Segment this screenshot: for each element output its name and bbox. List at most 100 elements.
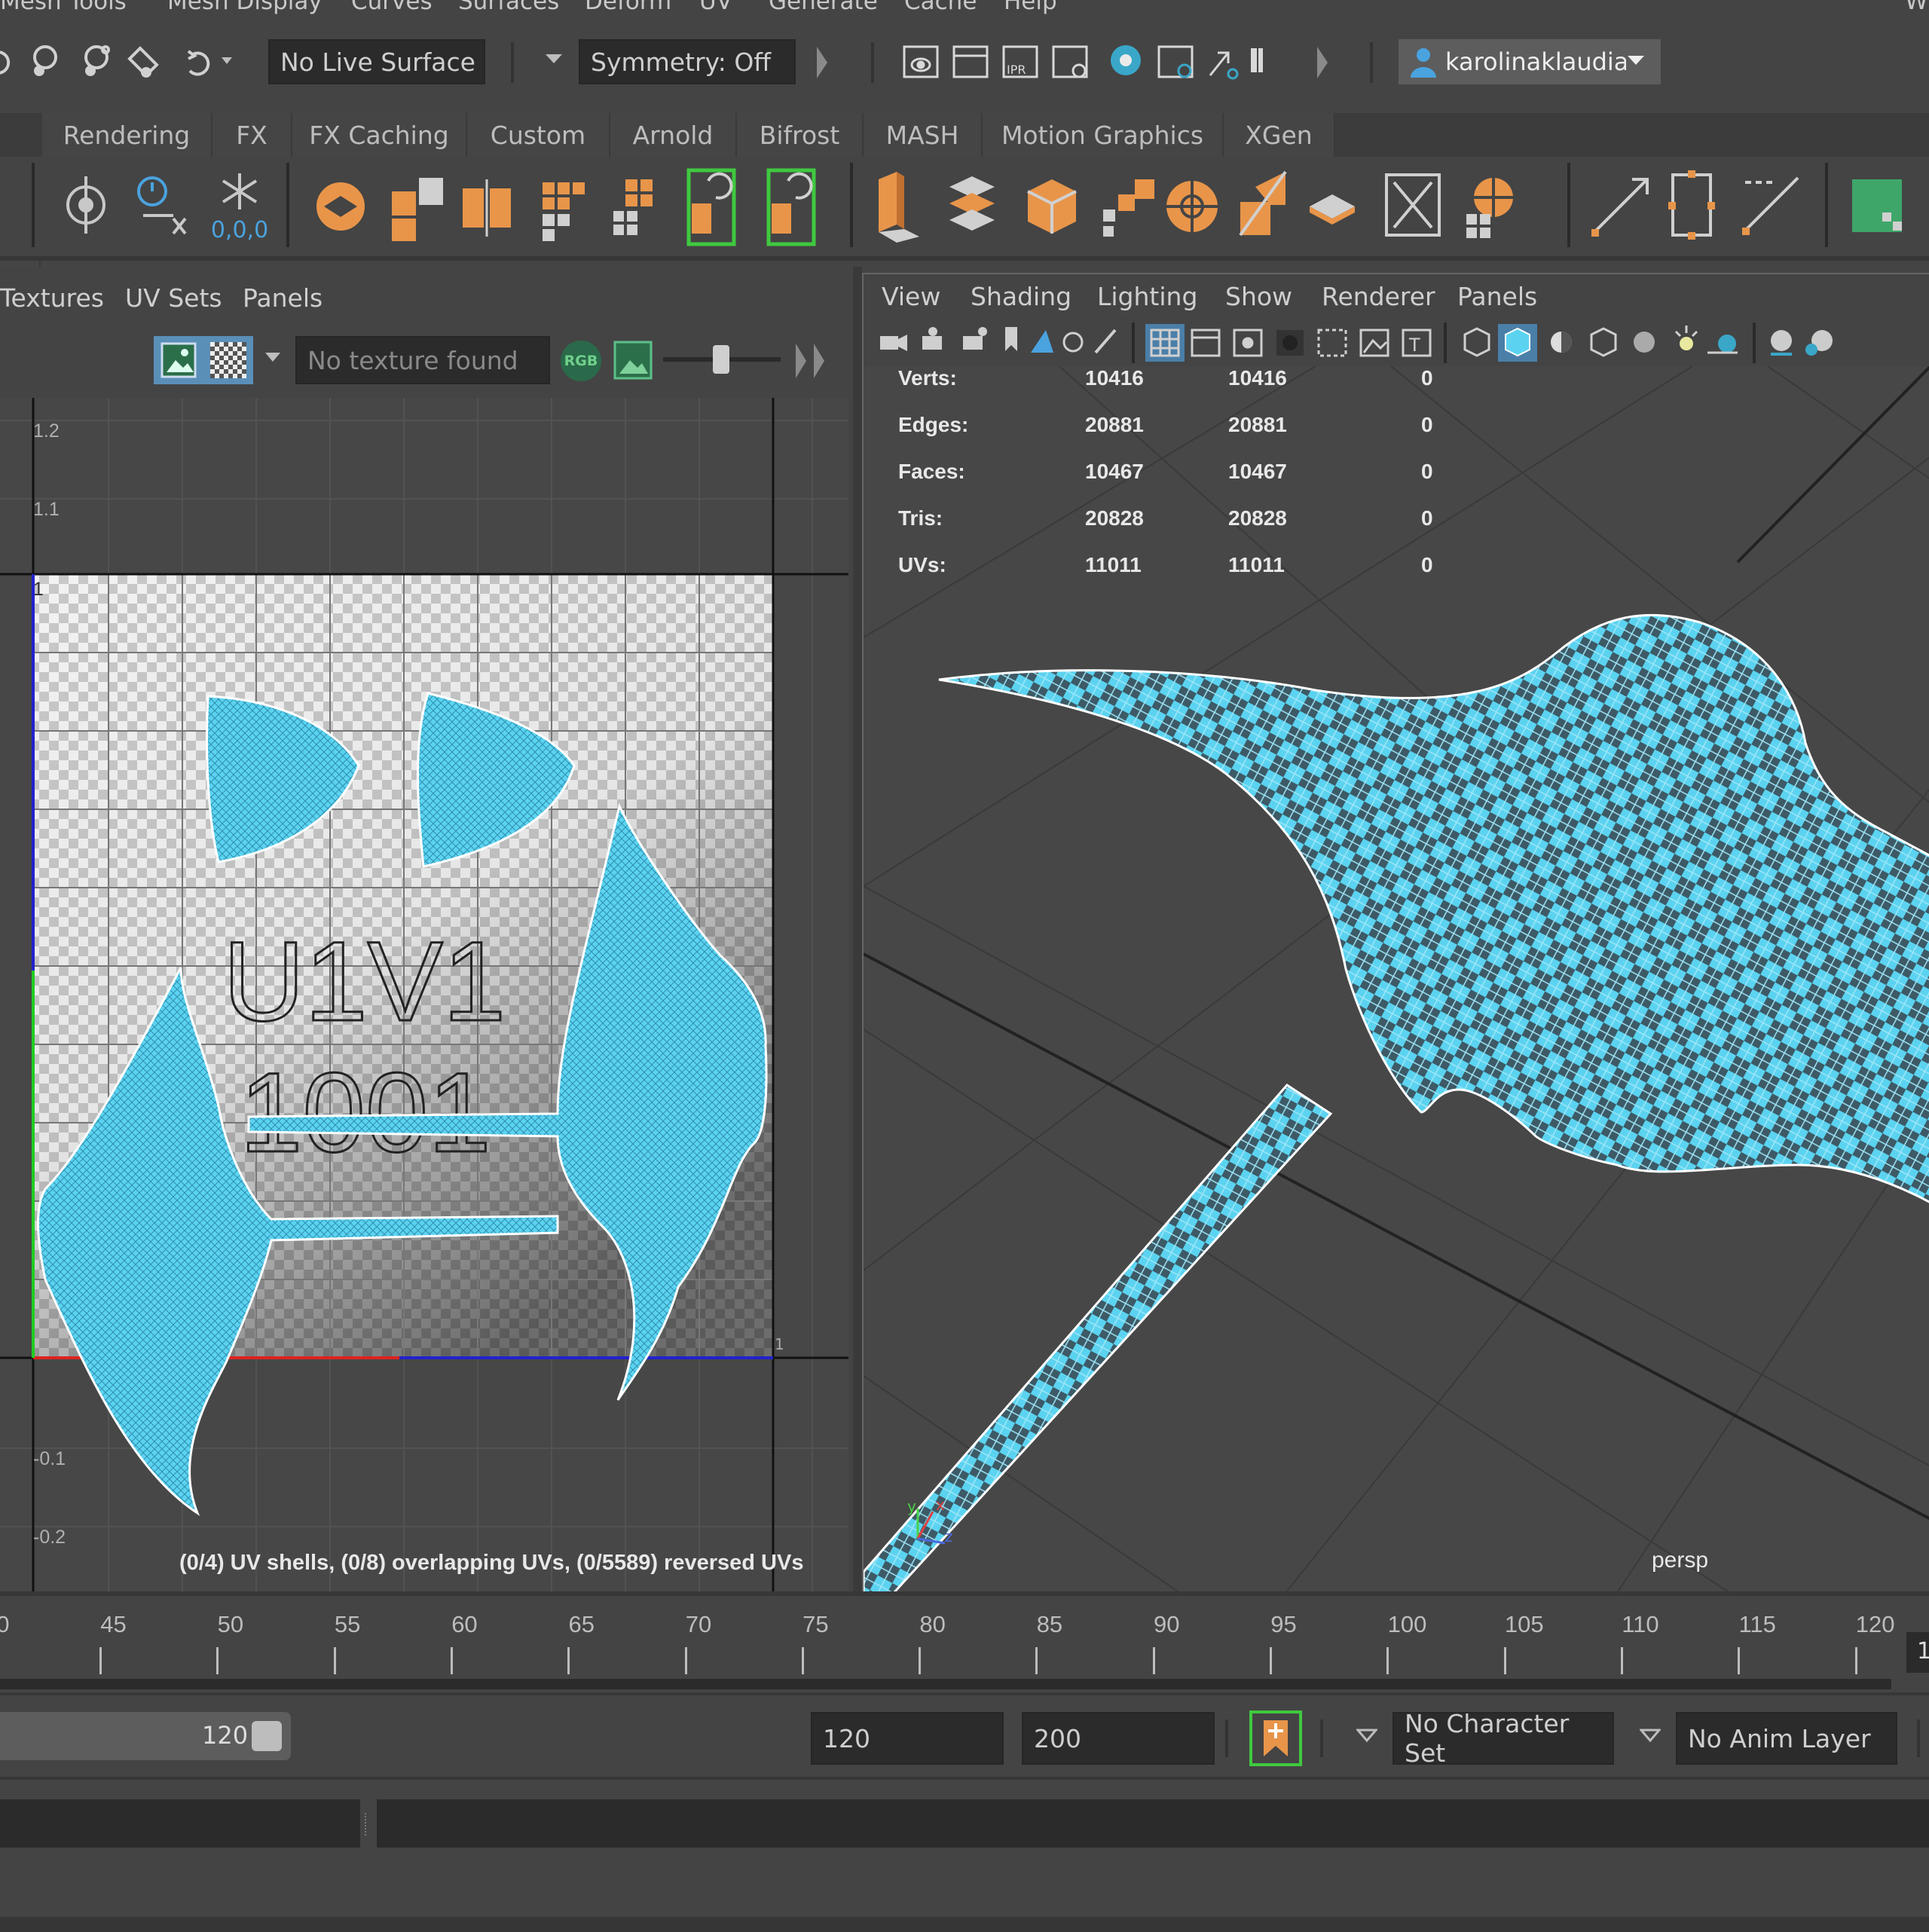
menu-panels[interactable]: Panels	[243, 283, 323, 313]
range-slider-handle[interactable]	[252, 1721, 282, 1751]
expand-arrow-icon[interactable]	[793, 339, 830, 383]
command-splitter[interactable]	[365, 1813, 369, 1836]
viewport-toolbar[interactable]: T	[870, 319, 1929, 366]
chevron-down-icon[interactable]	[264, 351, 282, 366]
image-icon[interactable]	[613, 341, 653, 380]
timeline-tick	[1386, 1647, 1389, 1674]
chevron-down-icon[interactable]	[1640, 1729, 1661, 1745]
user-account-field[interactable]: karolinaklaudiat	[1399, 39, 1661, 84]
viewport-canvas[interactable]: y x z Verts: 10416 10416 0 Edges: 20881 …	[864, 366, 1929, 1593]
svg-text:1001: 1001	[240, 1049, 491, 1175]
menu-renderer[interactable]: Renderer	[1322, 282, 1435, 311]
menu-mesh-tools[interactable]: Mesh Tools	[0, 0, 127, 15]
checker-icon	[210, 342, 246, 378]
menu-uv[interactable]: UV	[699, 0, 732, 15]
manta-mesh	[864, 613, 1929, 1593]
texture-field[interactable]: No texture found	[295, 336, 550, 384]
hud-row-verts: Verts: 10416 10416 0	[898, 366, 1433, 390]
tab-motion-graphics[interactable]: Motion Graphics	[983, 113, 1224, 157]
current-frame-box[interactable]: 1	[1906, 1632, 1929, 1673]
svg-text:IPR: IPR	[1007, 63, 1026, 77]
timeline-tick	[1503, 1647, 1506, 1674]
timeline-tick-label: 75	[802, 1611, 829, 1637]
character-set-field[interactable]: No Character Set	[1392, 1709, 1614, 1768]
menu-show[interactable]: Show	[1225, 282, 1292, 311]
range-slider-end: 120	[202, 1721, 249, 1750]
tab-rendering[interactable]: Rendering	[42, 113, 212, 157]
live-surface-field[interactable]: No Live Surface	[268, 39, 485, 84]
menu-shading[interactable]: Shading	[971, 282, 1071, 311]
timeline-tick	[216, 1647, 219, 1674]
status-line: No Live Surface Symmetry: Off IPR karoli…	[0, 17, 1929, 113]
menu-textures[interactable]: Textures	[0, 283, 104, 313]
menu-bar: Mesh Tools Mesh Display Curves Surfaces …	[0, 0, 1929, 17]
chevron-down-icon	[1628, 56, 1644, 65]
timeline-tick	[99, 1647, 102, 1674]
freeze-transform-icon[interactable]: 0,0,0	[203, 169, 276, 244]
anim-end-field[interactable]: 200	[1022, 1712, 1215, 1765]
symmetry-field[interactable]: Symmetry: Off	[579, 39, 796, 84]
chevron-down-icon[interactable]	[1356, 1729, 1377, 1745]
menu-partial-right[interactable]: W	[1905, 0, 1928, 15]
uv-canvas[interactable]: U1V1 1001 1.2 1.1 1 -0.1 -0.2 1 (0/4) UV…	[0, 398, 848, 1591]
shelf-tab-bar: n Rendering FX FX Caching Custom Arnold …	[0, 113, 1929, 270]
menu-generate[interactable]: Generate	[769, 0, 878, 15]
tab-fx-caching[interactable]: FX Caching	[292, 113, 467, 157]
timeline-tick	[567, 1647, 570, 1674]
tab-custom[interactable]: Custom	[467, 113, 610, 157]
uv-axis-label: -0.2	[33, 1527, 66, 1548]
command-input[interactable]	[0, 1799, 360, 1848]
menu-mesh-display[interactable]: Mesh Display	[167, 0, 323, 15]
menu-panels[interactable]: Panels	[1457, 282, 1537, 311]
edge-tools-icons[interactable]	[1587, 167, 1813, 243]
pivot-icon[interactable]	[56, 169, 116, 244]
divider	[1225, 1720, 1228, 1757]
auto-key-button[interactable]	[1249, 1710, 1302, 1766]
menu-surfaces[interactable]: Surfaces	[458, 0, 559, 15]
rgb-icon[interactable]: RGB	[561, 341, 601, 381]
checker-toggle-button[interactable]	[154, 336, 253, 384]
chevron-down-icon[interactable]	[544, 51, 564, 68]
menu-cache[interactable]: Cache	[904, 0, 977, 15]
tab-arnold[interactable]: Arnold	[610, 113, 737, 157]
shelf-icons: 0,0,0	[0, 157, 1929, 256]
menu-view[interactable]: View	[882, 282, 940, 311]
divider	[1320, 1720, 1323, 1757]
svg-text:U1V1: U1V1	[223, 918, 506, 1044]
svg-text:z: z	[945, 1527, 953, 1545]
divider	[1917, 1720, 1920, 1757]
menu-lighting[interactable]: Lighting	[1097, 282, 1197, 311]
menu-uv-sets[interactable]: UV Sets	[125, 283, 222, 313]
exposure-slider-handle[interactable]	[713, 345, 729, 374]
modeling-shelf-icons[interactable]	[867, 164, 1560, 249]
end-frame-field[interactable]: 120	[811, 1712, 1004, 1765]
time-slider[interactable]	[0, 1591, 1929, 1689]
menu-curves[interactable]: Curves	[351, 0, 433, 15]
menu-deform[interactable]: Deform	[585, 0, 671, 15]
snap-icons[interactable]	[0, 39, 241, 84]
expand-arrow-icon[interactable]	[814, 44, 830, 81]
material-icon[interactable]	[1849, 172, 1909, 240]
expand-arrow-icon[interactable]	[1314, 44, 1331, 81]
uv-axis-label: 1.1	[33, 499, 60, 520]
anim-layer-field[interactable]: No Anim Layer	[1676, 1712, 1897, 1765]
panel-splitter[interactable]	[853, 267, 862, 1591]
range-slider[interactable]: 120	[0, 1712, 291, 1760]
time-slider-track	[0, 1679, 1891, 1689]
timeline-tick	[1035, 1647, 1038, 1674]
tab-fx[interactable]: FX	[212, 113, 292, 157]
timeline-tick-label: 60	[451, 1611, 478, 1637]
help-line	[0, 1917, 1929, 1932]
uv-shelf-icons[interactable]	[304, 164, 847, 249]
tab-mash[interactable]: MASH	[864, 113, 983, 157]
menu-help[interactable]: Help	[1004, 0, 1057, 15]
timer-reset-icon[interactable]	[128, 169, 196, 244]
image-icon	[160, 342, 197, 378]
render-icons[interactable]: IPR	[901, 38, 1263, 86]
timeline-tick-label: 65	[568, 1611, 595, 1637]
uv-axis-label: -0.1	[33, 1448, 66, 1469]
timeline-tick	[1854, 1647, 1857, 1674]
timeline-tick-label: 90	[1154, 1611, 1180, 1637]
tab-bifrost[interactable]: Bifrost	[737, 113, 864, 157]
tab-xgen[interactable]: XGen	[1224, 113, 1335, 157]
